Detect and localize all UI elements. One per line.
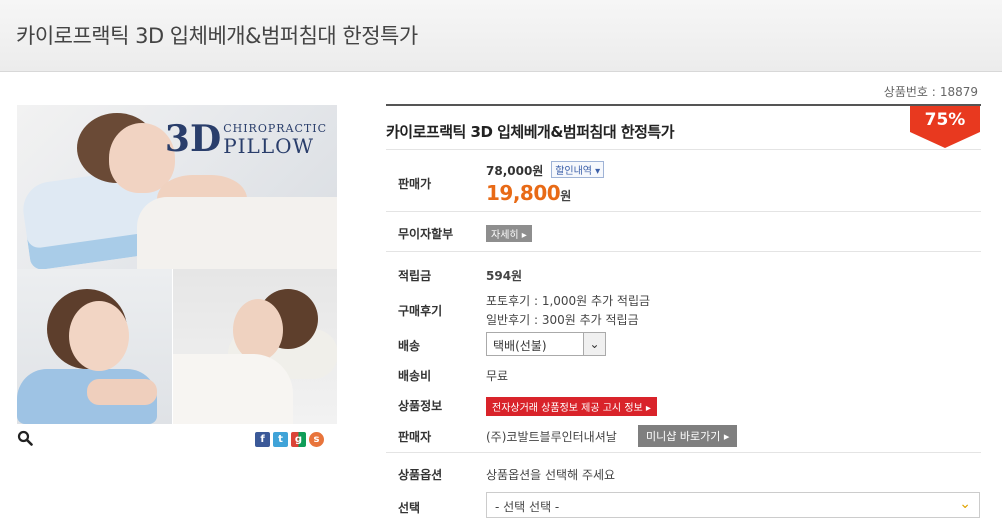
product-name: 카이로프랙틱 3D 입체베개&범퍼침대 한정특가 bbox=[386, 123, 675, 141]
sub-image-right[interactable] bbox=[173, 269, 337, 424]
googleplus-icon[interactable]: g bbox=[291, 432, 306, 447]
divider bbox=[386, 251, 981, 252]
option-label: 상품옵션 bbox=[398, 468, 443, 482]
top-divider bbox=[386, 104, 981, 106]
choice-selected: - 선택 선택 - bbox=[495, 500, 560, 514]
logo-line2: PILLOW bbox=[223, 133, 315, 158]
face-shape bbox=[233, 299, 283, 361]
shipping-selected: 택배(선불) bbox=[493, 339, 547, 353]
shipping-fee-label: 배송비 bbox=[398, 369, 432, 383]
sale-price: 19,800 bbox=[486, 181, 561, 205]
divider bbox=[386, 149, 981, 150]
product-number-value: 18879 bbox=[939, 85, 978, 99]
chevron-down-icon: ⌄ bbox=[959, 496, 971, 512]
chevron-down-icon: ⌄ bbox=[583, 333, 605, 355]
main-product-image[interactable]: 3D CHIROPRACTIC PILLOW bbox=[17, 105, 337, 269]
choice-label: 선택 bbox=[398, 501, 421, 515]
product-number-label: 상품번호 : bbox=[883, 85, 936, 99]
facebook-icon[interactable]: f bbox=[255, 432, 270, 447]
product-info-button-label: 전자상거래 상품정보 제공 고시 정보 bbox=[492, 403, 643, 414]
arm-shape bbox=[87, 379, 157, 405]
review-line2: 일반후기 : 300원 추가 적립금 bbox=[486, 313, 639, 327]
shipping-select[interactable]: 택배(선불) ⌄ bbox=[486, 332, 606, 356]
original-price: 78,000원 bbox=[486, 164, 544, 178]
discount-detail-button[interactable]: 할인내역 ▾ bbox=[551, 161, 605, 178]
sale-price-unit: 원 bbox=[560, 189, 572, 203]
divider bbox=[386, 211, 981, 212]
product-info-button[interactable]: 전자상거래 상품정보 제공 고시 정보 ▸ bbox=[486, 397, 657, 416]
product-info-label: 상품정보 bbox=[398, 399, 443, 413]
seller-name: (주)코발트블루인터내셔날 bbox=[486, 430, 617, 444]
installment-detail-label: 자세히 bbox=[491, 230, 519, 241]
seller-label: 판매자 bbox=[398, 430, 432, 444]
minishop-button[interactable]: 미니샵 바로가기 ▸ bbox=[638, 425, 738, 447]
logo-mark: 3D bbox=[164, 118, 222, 160]
kakaostory-icon[interactable]: s bbox=[309, 432, 324, 447]
body-shape bbox=[173, 354, 293, 424]
share-icons: f t g s bbox=[255, 432, 324, 447]
divider bbox=[386, 452, 981, 453]
twitter-icon[interactable]: t bbox=[273, 432, 288, 447]
choice-select[interactable]: - 선택 선택 - ⌄ bbox=[486, 492, 980, 518]
discount-badge: 75% bbox=[910, 106, 980, 148]
title-bar: 카이로프랙틱 3D 입체베개&범퍼침대 한정특가 bbox=[0, 0, 1002, 72]
review-line1: 포토후기 : 1,000원 추가 적립금 bbox=[486, 294, 651, 308]
option-hint: 상품옵션을 선택해 주세요 bbox=[486, 468, 616, 482]
discount-percent: 75% bbox=[924, 110, 966, 130]
points-value: 594원 bbox=[486, 269, 523, 283]
body-shape bbox=[137, 197, 337, 269]
brand-logo: 3D CHIROPRACTIC PILLOW bbox=[165, 121, 327, 157]
installment-label: 무이자할부 bbox=[398, 227, 454, 241]
page-title: 카이로프랙틱 3D 입체베개&범퍼침대 한정특가 bbox=[16, 24, 418, 48]
shipping-label: 배송 bbox=[398, 339, 421, 353]
product-number: 상품번호 :18879 bbox=[884, 83, 978, 100]
installment-detail-button[interactable]: 자세히 ▸ bbox=[486, 225, 532, 242]
face-shape bbox=[69, 301, 129, 371]
review-label: 구매후기 bbox=[398, 304, 443, 318]
points-label: 적립금 bbox=[398, 269, 432, 283]
sub-image-left[interactable] bbox=[17, 269, 172, 424]
minishop-button-label: 미니샵 바로가기 bbox=[646, 430, 721, 443]
logo-line1: CHIROPRACTIC bbox=[223, 121, 327, 135]
price-label: 판매가 bbox=[398, 177, 432, 191]
shipping-fee-value: 무료 bbox=[486, 369, 509, 383]
discount-detail-label: 할인내역 bbox=[555, 166, 592, 177]
zoom-icon[interactable] bbox=[17, 430, 33, 446]
